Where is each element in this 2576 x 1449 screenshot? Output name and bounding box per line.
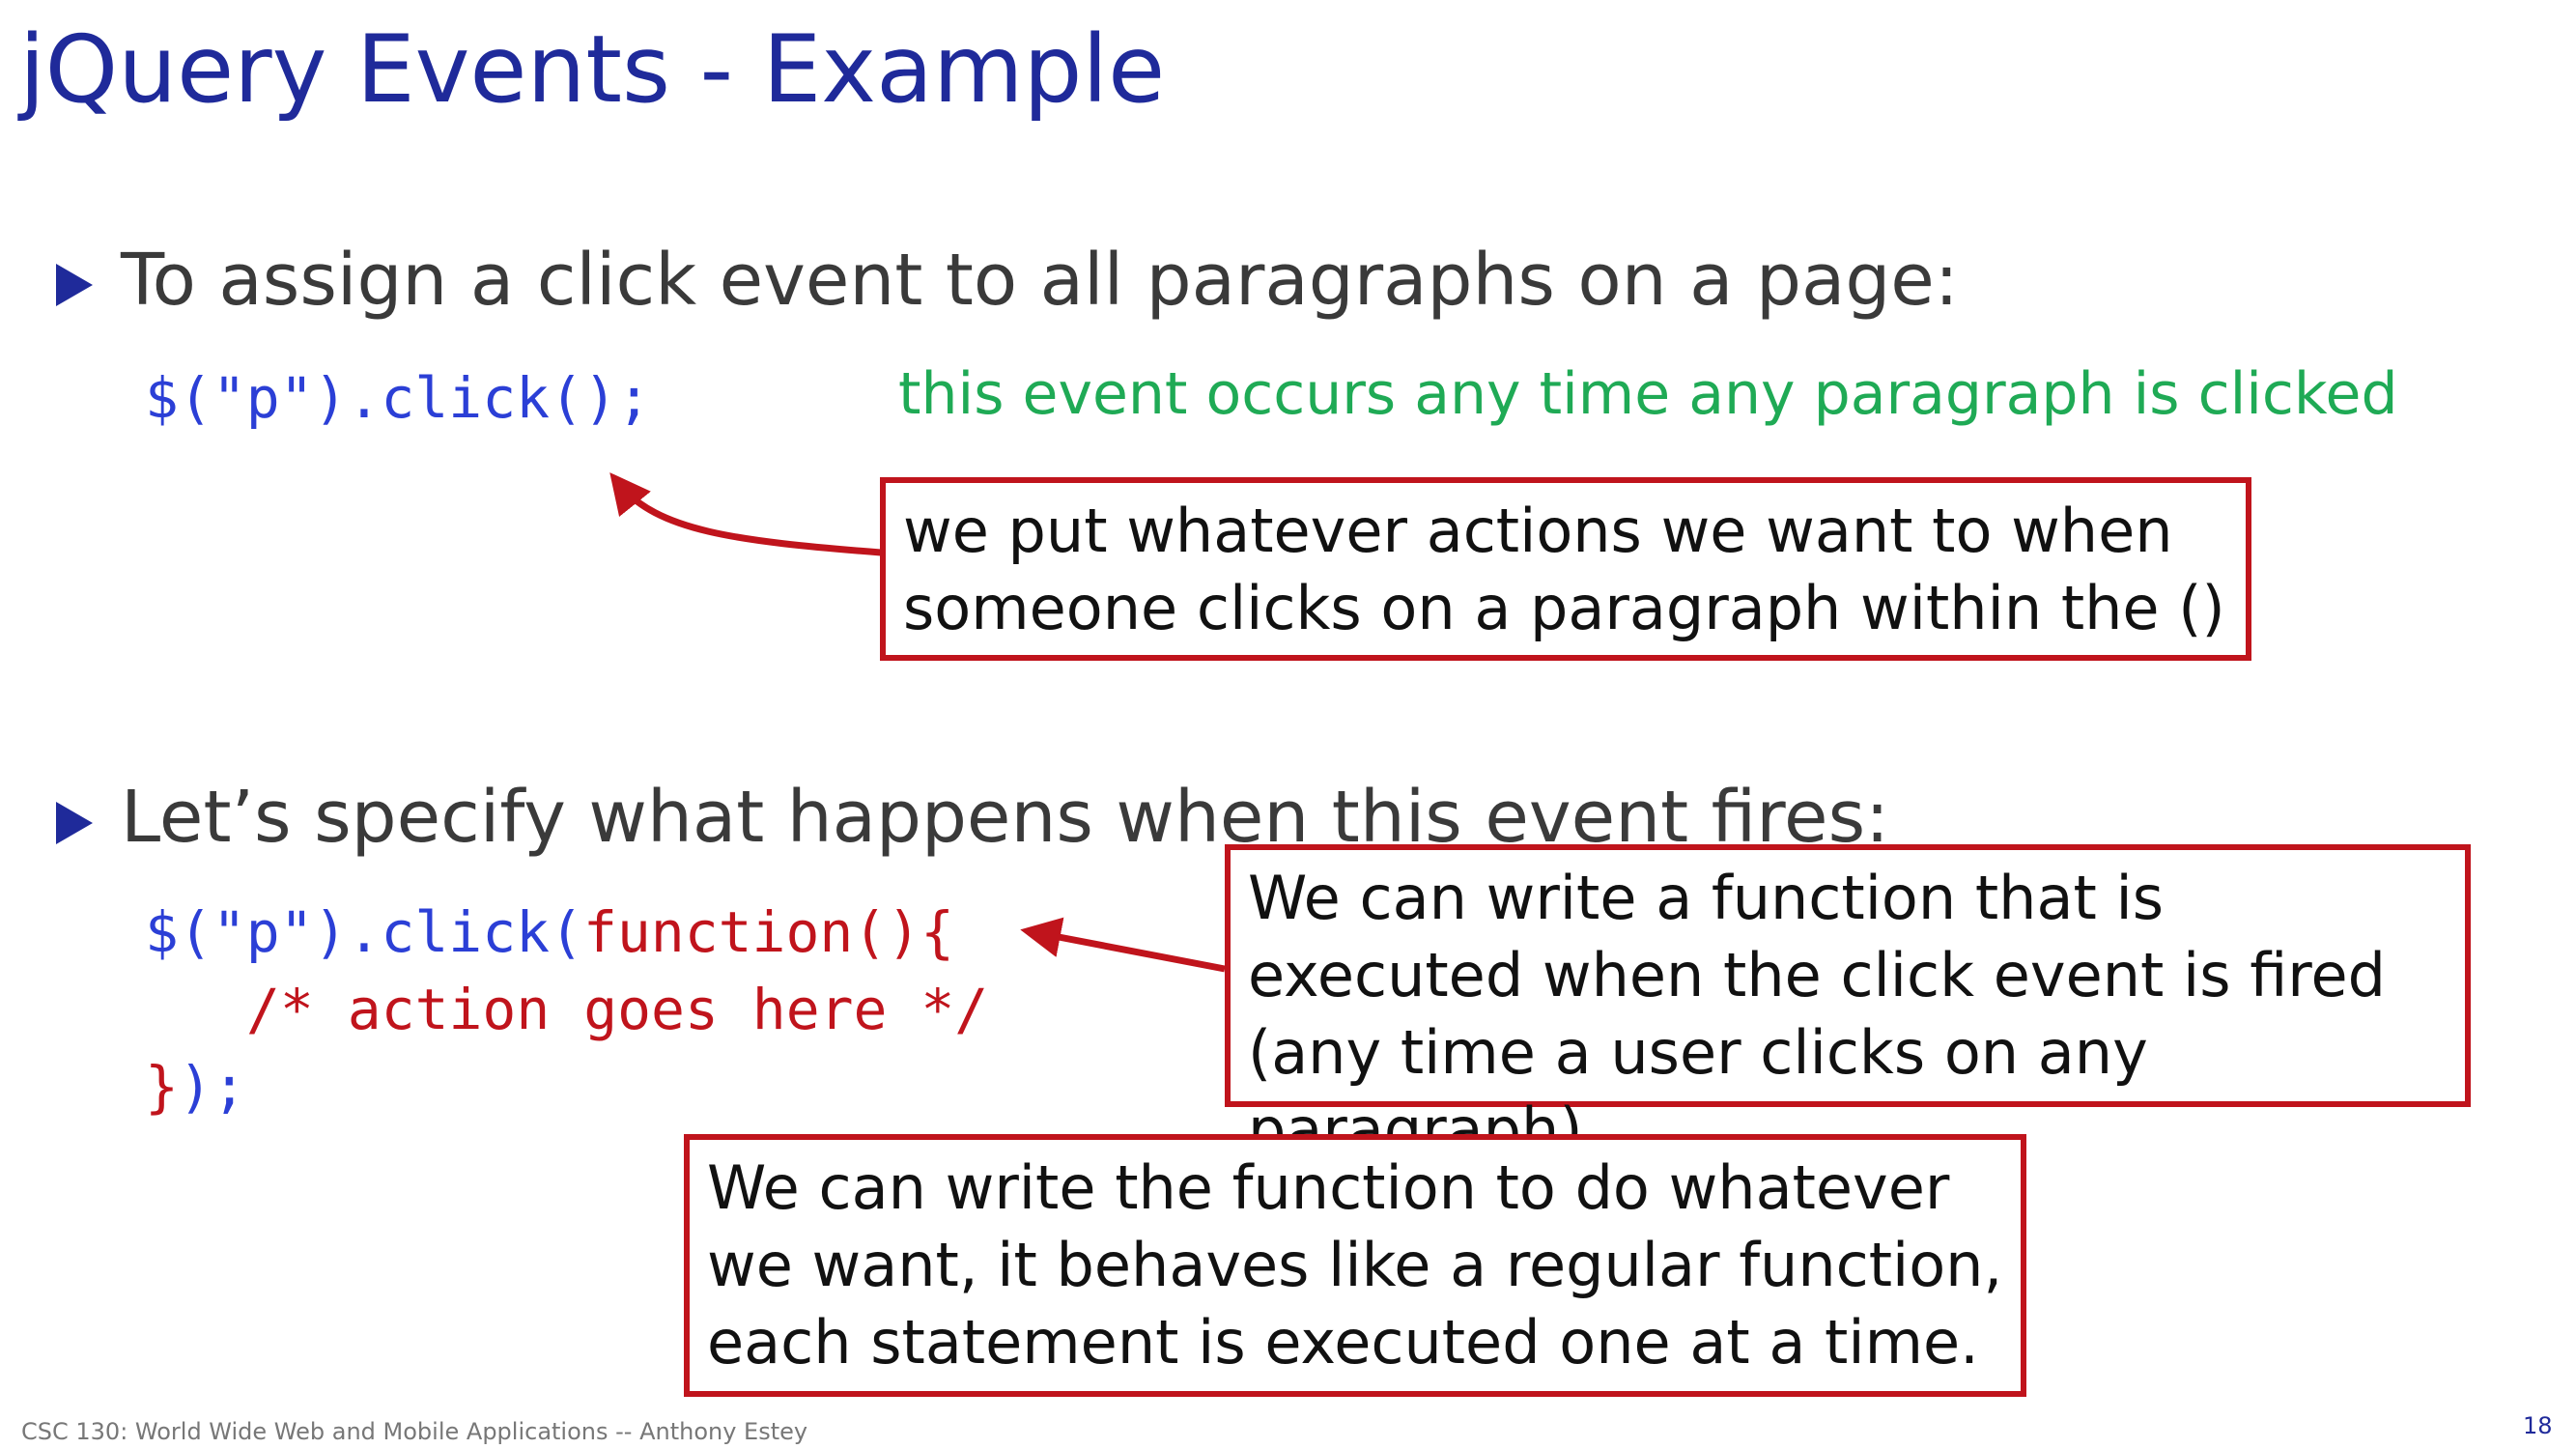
callout-arrows	[609, 472, 1226, 973]
arrow-callout-2	[1020, 917, 1226, 973]
arrow-callout-1	[609, 472, 882, 556]
footer-text: CSC 130: World Wide Web and Mobile Appli…	[21, 1418, 808, 1445]
page-number: 18	[2523, 1412, 2553, 1439]
